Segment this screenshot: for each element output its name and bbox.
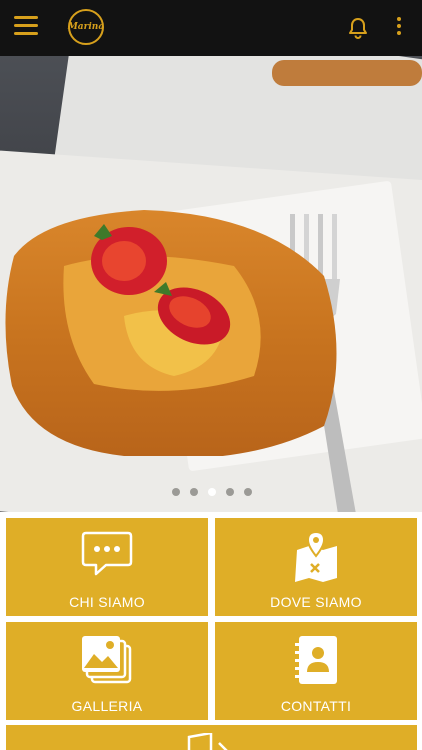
- carousel-dot-active[interactable]: [208, 488, 216, 496]
- chat-bubble-icon: [81, 531, 133, 576]
- tile-label: CONTATTI: [280, 698, 352, 714]
- tile-label: DOVE SIAMO: [270, 594, 362, 610]
- tile-dove-siamo[interactable]: DOVE SIAMO: [215, 518, 417, 616]
- logo-text: Marina: [67, 22, 105, 32]
- carousel-dot[interactable]: [244, 488, 252, 496]
- tile-contatti[interactable]: CONTATTI: [215, 622, 417, 720]
- gallery-icon: [82, 636, 132, 684]
- carousel-dot[interactable]: [190, 488, 198, 496]
- tile-galleria[interactable]: GALLERIA: [6, 622, 208, 720]
- pastry-image: [5, 210, 337, 456]
- top-app-bar: Marina: [0, 0, 422, 56]
- contacts-book-icon: [295, 636, 337, 684]
- tile-exit[interactable]: [6, 725, 417, 750]
- menu-icon[interactable]: [14, 16, 38, 38]
- brand-logo[interactable]: Marina: [68, 9, 104, 45]
- map-pin-icon: [295, 530, 337, 582]
- tile-chi-siamo[interactable]: CHI SIAMO: [6, 518, 208, 616]
- background-pastry: [272, 60, 422, 86]
- tile-label: GALLERIA: [71, 698, 143, 714]
- bell-icon[interactable]: [346, 16, 370, 40]
- exit-door-icon: [187, 733, 228, 750]
- carousel-dot[interactable]: [172, 488, 180, 496]
- carousel-indicator: [172, 488, 252, 498]
- image-carousel[interactable]: [0, 56, 422, 512]
- carousel-dot[interactable]: [226, 488, 234, 496]
- more-vertical-icon[interactable]: [394, 17, 404, 39]
- tile-label: CHI SIAMO: [69, 594, 145, 610]
- menu-grid: CHI SIAMO DOVE SIAMO GALLERIA CONTATTI: [0, 512, 422, 750]
